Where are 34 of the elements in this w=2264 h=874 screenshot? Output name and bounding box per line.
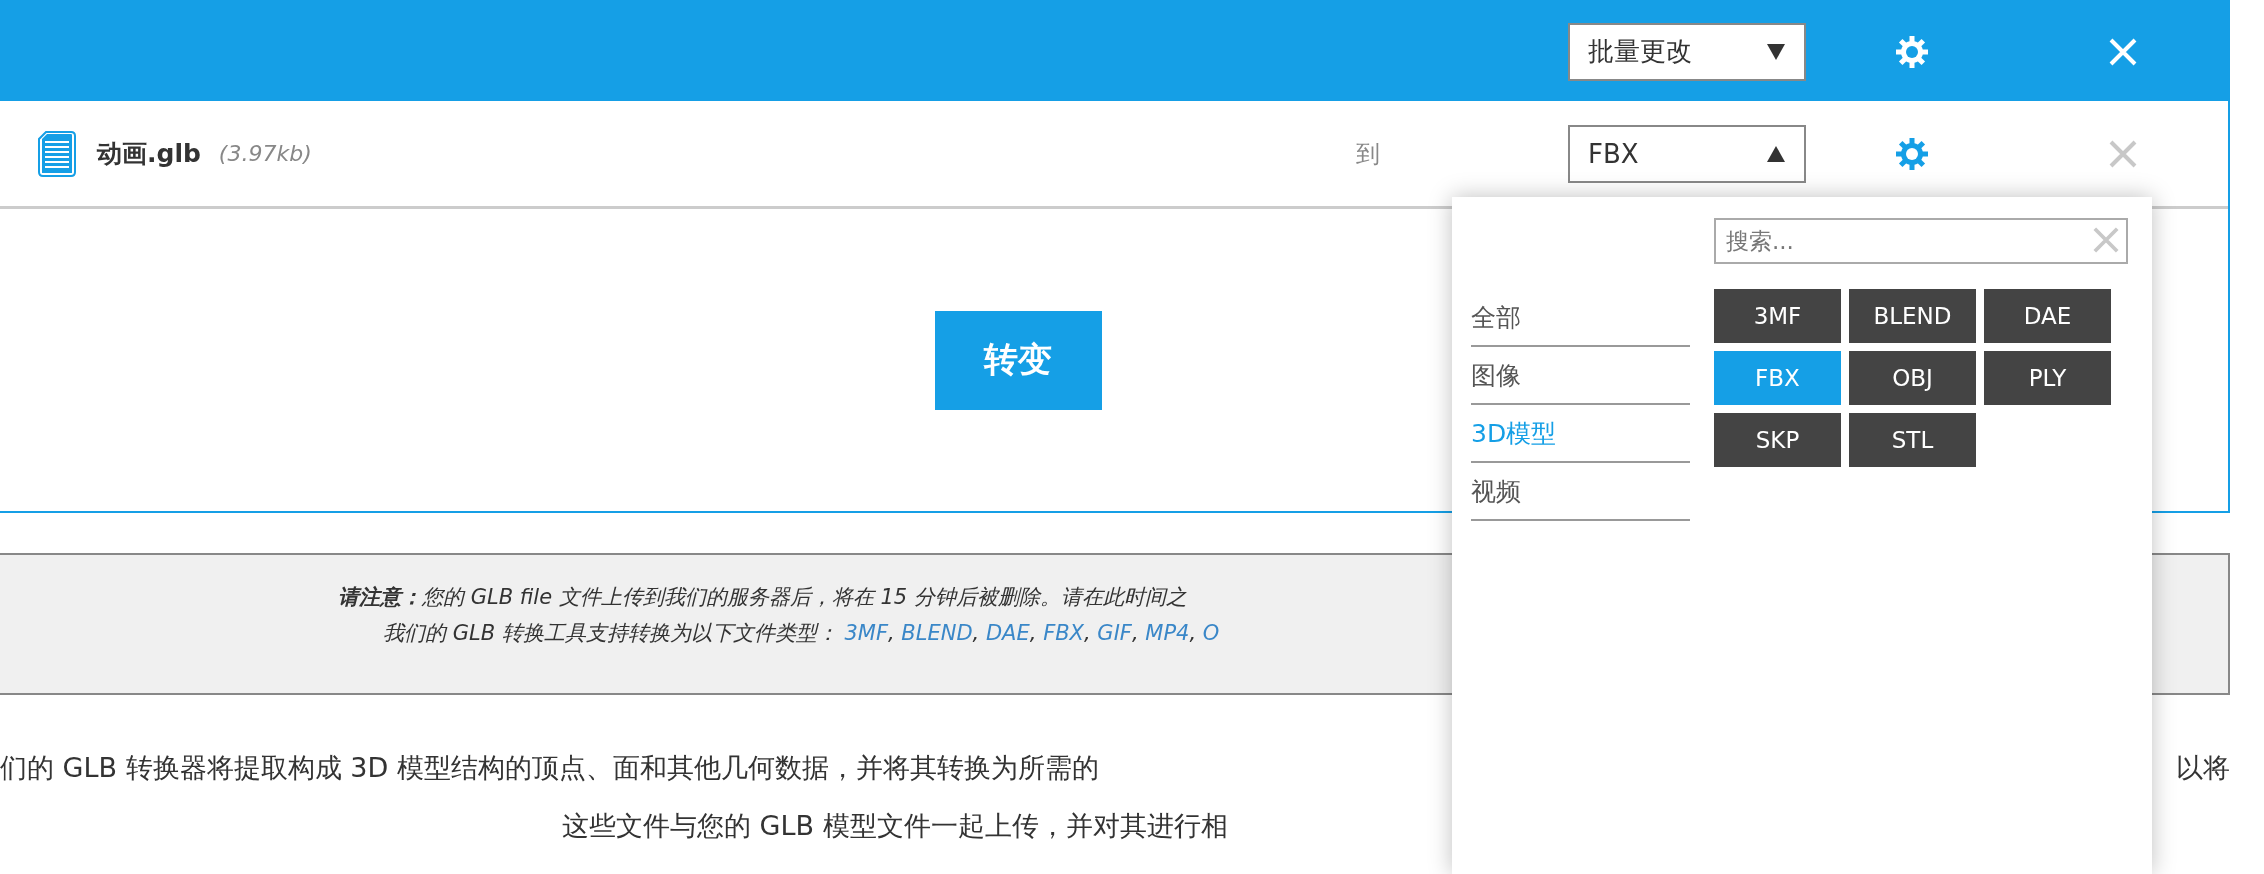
close-icon[interactable] (2107, 138, 2138, 169)
search-field[interactable]: 搜索... (1714, 218, 2128, 264)
close-icon[interactable] (2092, 226, 2120, 254)
format-option[interactable]: STL (1849, 413, 1976, 467)
comma: , (887, 620, 896, 647)
format-option[interactable]: PLY (1984, 351, 2111, 405)
bulk-change-select[interactable]: 批量更改 (1568, 22, 1806, 81)
comma: , (1084, 620, 1092, 647)
format-option[interactable]: BLEND (1849, 289, 1976, 343)
document-icon (38, 130, 76, 177)
settings-icon[interactable] (1895, 137, 1928, 170)
format-option[interactable]: OBJ (1849, 351, 1976, 405)
file-name: 动画.glb (97, 138, 201, 170)
format-option[interactable]: 3MF (1714, 289, 1841, 343)
comma: , (1029, 620, 1038, 647)
description-text: 们的 GLB 转换器将提取构成 3D 模型结构的顶点、面和其他几何数据，并将其转换为所需的 (0, 751, 1099, 785)
settings-icon[interactable] (1895, 35, 1928, 68)
comma: , (1189, 620, 1198, 647)
format-option[interactable]: DAE (1984, 289, 2111, 343)
description-text: 这些文件与您的 GLB 模型文件一起上传，并对其进行相 (562, 809, 1228, 843)
format-option[interactable]: SKP (1714, 413, 1841, 467)
supported-types-label: 我们的 GLB 转换工具支持转换为以下文件类型： (383, 620, 839, 647)
caret-down-icon (1766, 42, 1786, 61)
format-select[interactable]: FBX (1568, 124, 1806, 183)
description-text: 以将 (2176, 751, 2230, 785)
comma: , (1131, 620, 1140, 647)
comma: , (972, 620, 981, 647)
category-item[interactable]: 图像 (1471, 347, 1690, 405)
to-label: 到 (1356, 138, 1380, 170)
category-item[interactable]: 视频 (1471, 463, 1690, 521)
category-item[interactable]: 全部 (1471, 289, 1690, 347)
caret-up-icon (1766, 144, 1786, 163)
notice-text: 请注意：您的 GLB file 文件上传到我们的服务器后，将在 15 分钟后被删除。请在此时间之 (338, 584, 1188, 611)
file-size: (3.97kb) (218, 141, 312, 166)
